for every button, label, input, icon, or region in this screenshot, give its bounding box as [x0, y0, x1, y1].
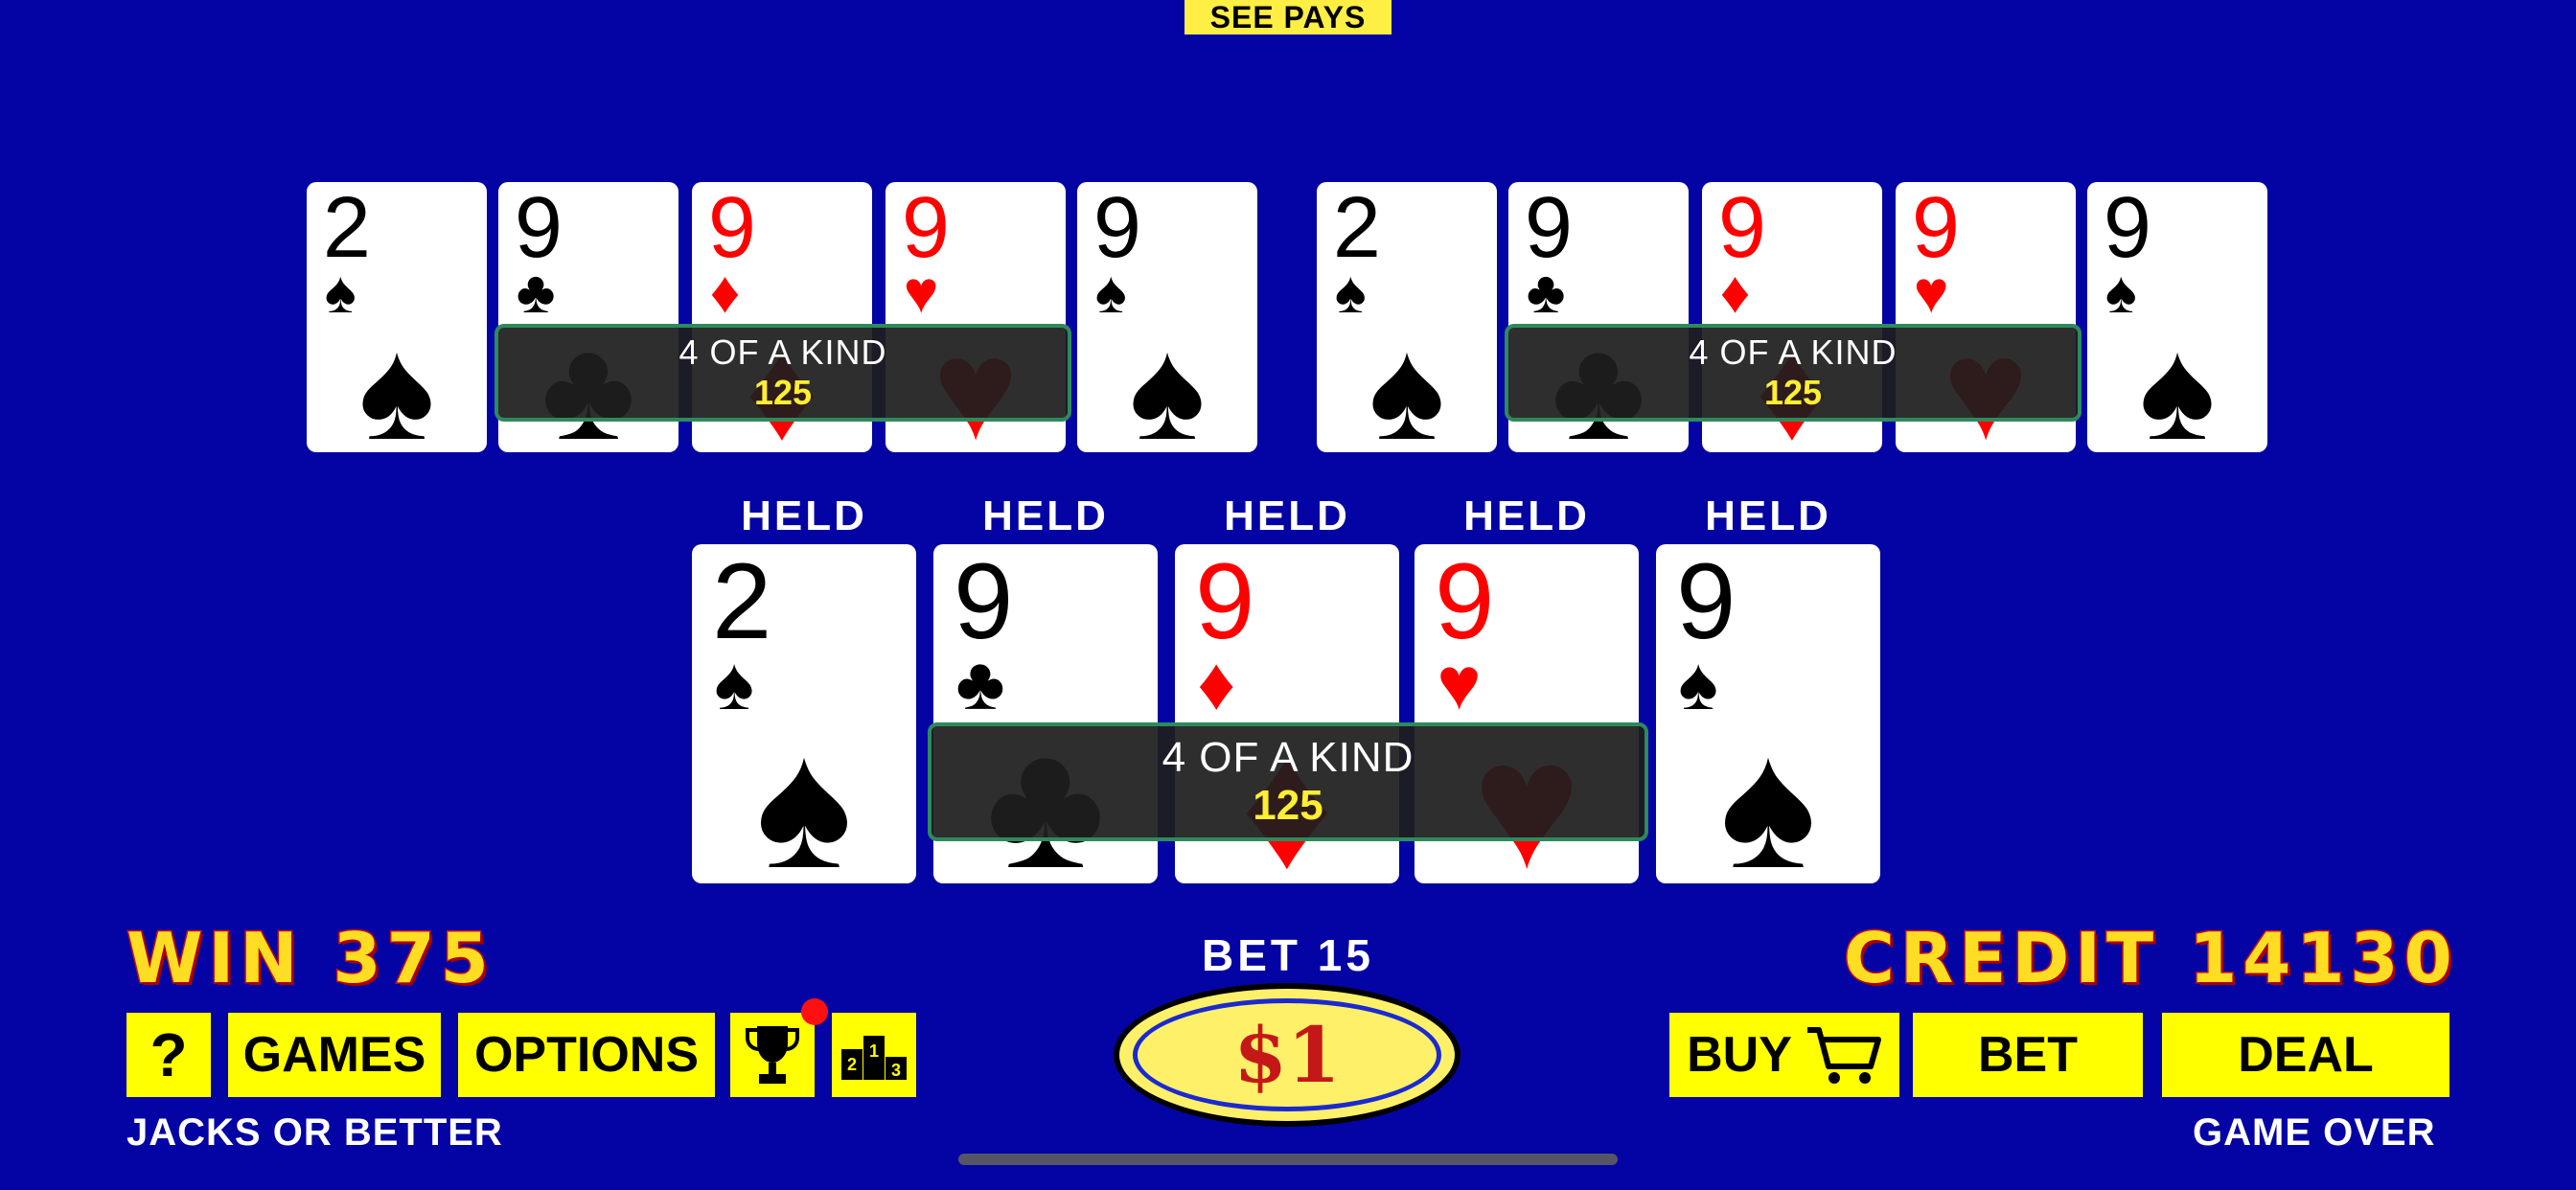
win-amount: WIN 375 [126, 917, 494, 1000]
card-rank: 9 [1092, 182, 1141, 276]
hand-payout-value: 125 [1763, 373, 1823, 412]
card-suit-small: ♠ [714, 641, 754, 726]
card-suit-large: ♠ [1719, 703, 1817, 883]
leaderboard-button[interactable]: 2 1 3 [832, 1013, 916, 1097]
held-label-2: HELD [982, 492, 1109, 539]
card-rank: 9 [1435, 544, 1495, 661]
card-rank: 9 [1524, 182, 1573, 276]
svg-text:1: 1 [869, 1041, 879, 1061]
card-suit-small: ♦ [1197, 641, 1236, 726]
games-button-label: GAMES [242, 1027, 426, 1083]
shopping-cart-icon [1806, 1027, 1881, 1084]
held-label-4: HELD [1463, 492, 1590, 539]
card-rank: 9 [1676, 544, 1736, 661]
trophy-button[interactable] [730, 1013, 815, 1097]
denomination-value: $1 [1133, 998, 1441, 1111]
held-label-1: HELD [741, 492, 867, 539]
hand-result-label: 4 OF A KIND [1162, 734, 1414, 781]
held-label-5: HELD [1705, 492, 1831, 539]
deal-button[interactable]: DEAL [2162, 1013, 2450, 1097]
denomination-button[interactable]: $1 [1114, 983, 1460, 1127]
win-banner-top-right: 4 OF A KIND 125 [1505, 324, 2082, 422]
see-pays-button[interactable]: SEE PAYS [1184, 0, 1392, 34]
card-suit-large: ♠ [358, 309, 435, 452]
bet-button[interactable]: BET [1913, 1013, 2143, 1097]
card-rank: 2 [322, 182, 371, 276]
card-rank: 9 [901, 182, 950, 276]
card-suit-small: ♠ [1094, 259, 1127, 326]
playing-card[interactable]: 9 ♠ ♠ [1656, 544, 1880, 883]
card-suit-small: ♠ [1678, 641, 1718, 726]
held-label-3: HELD [1224, 492, 1350, 539]
playing-card: 2 ♠ ♠ [307, 182, 487, 452]
notification-badge [801, 998, 828, 1025]
help-button[interactable]: ? [126, 1013, 211, 1097]
home-indicator [958, 1154, 1618, 1165]
card-rank: 9 [707, 182, 756, 276]
trophy-icon [746, 1026, 799, 1084]
card-rank: 9 [514, 182, 563, 276]
hand-payout-value: 125 [1253, 782, 1323, 829]
card-rank: 9 [1195, 544, 1255, 661]
playing-card: 9 ♠ ♠ [1077, 182, 1257, 452]
help-button-label: ? [150, 1020, 188, 1089]
options-button-label: OPTIONS [473, 1027, 700, 1083]
hand-result-label: 4 OF A KIND [1689, 332, 1898, 372]
card-rank: 9 [1911, 182, 1960, 276]
game-name: JACKS OR BETTER [126, 1111, 503, 1154]
buy-button-label: BUY [1687, 1027, 1792, 1083]
svg-text:3: 3 [891, 1061, 901, 1080]
svg-text:2: 2 [847, 1055, 857, 1074]
bet-amount: BET 15 [1202, 930, 1374, 980]
card-suit-small: ♠ [1334, 259, 1367, 326]
deal-button-label: DEAL [2238, 1027, 2374, 1083]
card-rank: 2 [712, 544, 772, 661]
card-suit-large: ♠ [1368, 309, 1445, 452]
playing-card: 9 ♠ ♠ [2087, 182, 2267, 452]
win-banner-main: 4 OF A KIND 125 [928, 722, 1648, 841]
card-suit-small: ♠ [324, 259, 356, 326]
card-suit-large: ♠ [1129, 309, 1206, 452]
card-suit-large: ♠ [2139, 309, 2216, 452]
card-suit-small: ♦ [1719, 259, 1751, 326]
games-button[interactable]: GAMES [228, 1013, 441, 1097]
win-banner-top-left: 4 OF A KIND 125 [494, 324, 1071, 422]
playing-card: 2 ♠ ♠ [1317, 182, 1497, 452]
card-suit-small: ♠ [2104, 259, 2137, 326]
card-suit-large: ♠ [755, 703, 853, 883]
leaderboard-podium-icon: 2 1 3 [841, 1036, 907, 1080]
bet-button-label: BET [1978, 1027, 2078, 1083]
hand-result-label: 4 OF A KIND [678, 332, 887, 372]
card-suit-small: ♦ [709, 259, 741, 326]
game-state: GAME OVER [2193, 1111, 2436, 1154]
card-rank: 9 [1717, 182, 1766, 276]
buy-button[interactable]: BUY [1669, 1013, 1899, 1097]
credit-amount: CREDIT 14130 [1843, 917, 2458, 1000]
card-rank: 2 [1332, 182, 1381, 276]
playing-card[interactable]: 2 ♠ ♠ [692, 544, 916, 883]
card-rank: 9 [954, 544, 1014, 661]
options-button[interactable]: OPTIONS [458, 1013, 715, 1097]
card-rank: 9 [2103, 182, 2151, 276]
hand-payout-value: 125 [753, 373, 813, 412]
